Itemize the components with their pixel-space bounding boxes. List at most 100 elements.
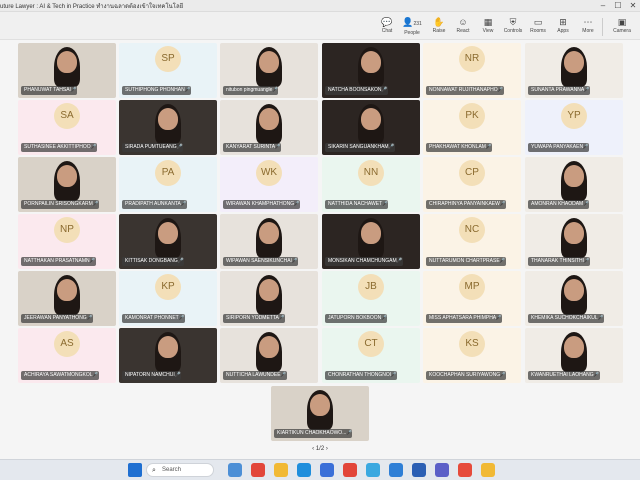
participant-nametag: NATTHIDA NACHAWET 🎤 [325,200,389,209]
participant-tile[interactable]: AS ACHIRAYA SAWATMONGKOL 🎤 [18,328,116,383]
next-page-button[interactable]: › [326,446,328,452]
controls-button[interactable]: ⛨ Controls [500,16,526,38]
participant-name: CHIRAPHINYA PANYAINKAEW [429,201,500,207]
window-title: uture Lawyer : AI & Tech in Practice ทำง… [0,4,184,10]
rooms-label: Rooms [530,28,546,34]
participant-tile[interactable]: SIRIPORN YODMETTA 🎤 [220,271,318,326]
participant-tile[interactable]: PA PRADIPATH AUNKANTA 🎤 [119,157,217,212]
participant-nametag: JATUPORN BOKBOON 🎤 [325,314,388,323]
apps-button[interactable]: ⊞ Apps [550,16,576,38]
participant-tile[interactable]: PK PHAKHAWAT KHONLAM 🎤 [423,100,521,155]
participant-name: NONNAWAT RUJITHANAPHO [429,87,498,93]
participant-tile[interactable]: WIPAWAN SAENSIKUNCHAI 🎤 [220,214,318,269]
raise-button[interactable]: ✋ Raise [426,16,452,38]
avatar: NC [459,217,485,243]
minimize-button[interactable]: – [596,0,610,12]
calendar-icon[interactable] [458,463,472,477]
participant-tile[interactable]: MP MISS APHATSARA PHIMPHA 🎤 [423,271,521,326]
muted-mic-icon: 🎤 [92,201,99,207]
participant-face [158,222,178,244]
avatar: SA [54,103,80,129]
chrome-icon[interactable] [251,463,265,477]
maximize-button[interactable]: ☐ [611,0,625,12]
windows-icon[interactable] [128,463,142,477]
participant-name: KANYARAT SURINTA [226,144,276,150]
participant-tile[interactable]: CT CHONRATHAN THONGNOI 🎤 [322,328,420,383]
participant-tile[interactable]: SA SUTHASINEE AKKITTIPHOO 🎤 [18,100,116,155]
prev-page-button[interactable]: ‹ [312,446,314,452]
chrome-icon[interactable] [481,463,495,477]
participant-name: NIPATORN NAMCHUI [125,372,175,378]
participant-tile[interactable]: KWANRUETHAI LAOHANG 🎤 [525,328,623,383]
participant-name: SUTHIPHONG PHONHAN [125,87,185,93]
muted-mic-icon: 🎤 [174,372,181,378]
participant-tile[interactable]: SP SUTHIPHONG PHONHAN 🎤 [119,43,217,98]
chat-button[interactable]: 💬 Chat [374,16,400,38]
participant-nametag: SIRADA PUMTUEANG 🎤 [122,143,183,152]
participant-tile[interactable]: CP CHIRAPHINYA PANYAINKAEW 🎤 [423,157,521,212]
participant-face [361,222,381,244]
more-button[interactable]: ⋯ More [575,16,601,38]
participant-tile[interactable]: YP YUWAPA PANYAKAEN 🎤 [525,100,623,155]
folder-icon[interactable] [274,463,288,477]
more-label: More [582,28,594,34]
participant-tile[interactable]: PORNPAILIN SRISONGKARM 🎤 [18,157,116,212]
controls-label: Controls [503,28,523,34]
camera-label: Camera [613,28,631,34]
participant-tile[interactable]: SIKARIN SANGUANKHAM 🎤 [322,100,420,155]
muted-mic-icon: 🎤 [388,144,395,150]
participant-nametag: SIRIPORN YODMETTA 🎤 [223,314,285,323]
participant-name: WIPAWAN SAENSIKUNCHAI [226,258,292,264]
participant-tile[interactable]: NIPATORN NAMCHUI 🎤 [119,328,217,383]
participant-tile[interactable]: JEERAWAN PANYATHONG 🎤 [18,271,116,326]
avatar: CT [358,331,384,357]
view-button[interactable]: ▦ View [475,16,501,38]
participant-face [259,51,279,73]
participant-tile[interactable]: NP NATTHAKAN PRASATNAMN 🎤 [18,214,116,269]
people-button[interactable]: 👤231 People [400,16,424,38]
participant-tile[interactable]: SUNANTA PRAWANNA 🎤 [525,43,623,98]
participant-tile[interactable]: WK WIRAWAN KHAMPHATHONG 🎤 [220,157,318,212]
participant-face [158,336,178,358]
participant-tile[interactable]: KANYARAT SURINTA 🎤 [220,100,318,155]
participant-tile[interactable]: AMONRAN KHAODAM 🎤 [525,157,623,212]
participant-tile[interactable]: KIARTIKUN CHAOKHAOWO... 🎤 [271,386,369,441]
react-label: React [456,28,470,34]
muted-mic-icon: 🎤 [593,372,600,378]
camera-button[interactable]: ▣ Camera [608,16,636,38]
participant-tile[interactable]: NATCHA BOONSAKON 🎤 [322,43,420,98]
participant-tile[interactable]: KP KAMONRAT PHONNET 🎤 [119,271,217,326]
participant-tile[interactable]: KHEMIKA SUCHOKCHAIKUL 🎤 [525,271,623,326]
participant-name: PHAKHAWAT KHONLAM [429,144,486,150]
avatar: KS [459,331,485,357]
toolbar-divider [602,18,603,36]
participant-tile[interactable]: NUTTICHA LAWUNDEE 🎤 [220,328,318,383]
participant-nametag: PORNPAILIN SRISONGKARM 🎤 [21,200,99,209]
participant-tile[interactable]: KITTISAK DONGBANG 🎤 [119,214,217,269]
participant-tile[interactable]: THANARAK THINSITHI 🎤 [525,214,623,269]
store-icon[interactable] [320,463,334,477]
edge-icon[interactable] [297,463,311,477]
onedrive-icon[interactable] [389,463,403,477]
participant-tile[interactable]: NR NONNAWAT RUJITHANAPHO 🎤 [423,43,521,98]
participant-tile[interactable]: PHANUWAT TAHSAI 🎤 [18,43,116,98]
photos-icon[interactable] [366,463,380,477]
participant-face [158,108,178,130]
taskbar-search[interactable]: ⌕ Search [146,463,214,477]
participant-tile[interactable]: nitubon pingmuangle 🎤 [220,43,318,98]
rooms-button[interactable]: ▭ Rooms [525,16,551,38]
close-button[interactable]: ✕ [626,0,640,12]
avatar: WK [256,160,282,186]
participant-tile[interactable]: MONSIKAN CHAMCHUNGAM 🎤 [322,214,420,269]
participant-tile[interactable]: NN NATTHIDA NACHAWET 🎤 [322,157,420,212]
react-button[interactable]: ☺ React [450,16,476,38]
word-icon[interactable] [412,463,426,477]
chrome-icon[interactable] [343,463,357,477]
participant-tile[interactable]: KS KOOCHAPHAN SURIYAWONG 🎤 [423,328,521,383]
widgets-icon[interactable] [228,463,242,477]
participant-tile[interactable]: SIRADA PUMTUEANG 🎤 [119,100,217,155]
teams-icon[interactable] [435,463,449,477]
participant-tile[interactable]: NC NUTTARUMON CHARTPRASE 🎤 [423,214,521,269]
participant-name: MISS APHATSARA PHIMPHA [429,315,497,321]
participant-tile[interactable]: JB JATUPORN BOKBOON 🎤 [322,271,420,326]
